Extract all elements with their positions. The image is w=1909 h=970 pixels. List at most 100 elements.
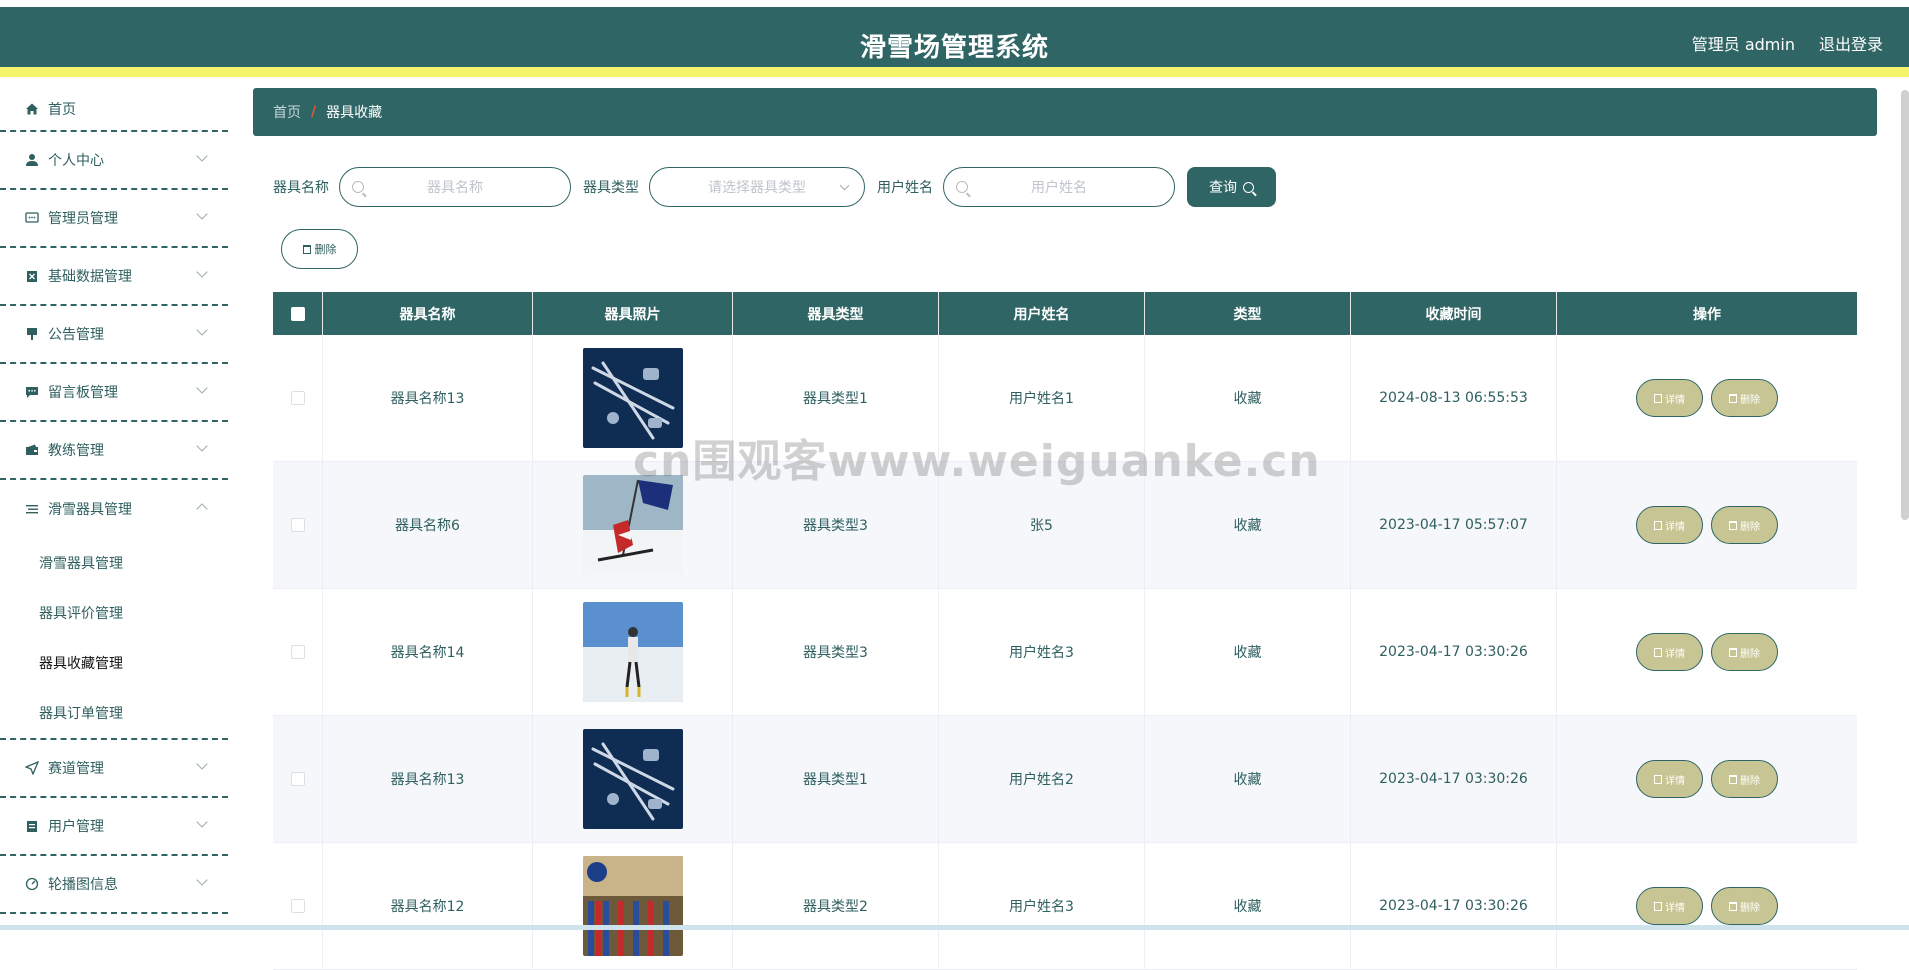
row-select-cell [273, 843, 323, 969]
column-header: 器具名称 [323, 292, 533, 335]
user-name-cell: 用户姓名3 [939, 589, 1145, 715]
delete-button[interactable]: 删除 [1711, 379, 1778, 417]
detail-button[interactable]: 详情 [1636, 379, 1703, 417]
sidebar-item-label: 个人中心 [48, 153, 104, 169]
query-button[interactable]: 查询 [1187, 167, 1276, 207]
admin-user-label[interactable]: 管理员 admin [1692, 31, 1795, 55]
gear-photo-skier-snow[interactable] [582, 602, 683, 702]
sidebar-item-label: 管理员管理 [48, 211, 118, 227]
app-title: 滑雪场管理系统 [859, 33, 1049, 63]
detail-button[interactable]: 详情 [1636, 506, 1703, 544]
delete-button[interactable]: 删除 [1711, 760, 1778, 798]
trash-icon [1729, 901, 1737, 911]
batch-delete-button[interactable]: 删除 [281, 229, 358, 269]
document-icon [1654, 901, 1662, 911]
chevron-down-icon [196, 382, 208, 394]
brush-icon [24, 326, 40, 342]
table-row: 器具名称13 器具类型1 用户姓名2 收藏 2023-04-17 03:30:2… [273, 716, 1857, 843]
user-name-cell: 用户姓名2 [939, 716, 1145, 842]
gear-photo-ski-gear[interactable] [582, 729, 683, 829]
trash-icon [302, 244, 311, 254]
favorite-time-cell: 2023-04-17 03:30:26 [1351, 589, 1557, 715]
user-filter-input[interactable]: 用户姓名 [943, 167, 1175, 207]
kind-cell: 收藏 [1145, 462, 1351, 588]
sidebar-item-coach[interactable]: 教练管理 [0, 422, 228, 480]
sidebar-item-home[interactable]: 首页 [0, 87, 228, 132]
home-icon [24, 101, 40, 117]
gear-name-cell: 器具名称12 [323, 843, 533, 969]
trash-icon [1729, 520, 1737, 530]
sidebar-item-label: 滑雪器具管理 [48, 502, 132, 518]
favorites-table: 器具名称 器具照片 器具类型 用户姓名 类型 收藏时间 操作 器具名称13 器具… [273, 292, 1857, 970]
actions-cell: 详情 删除 [1557, 589, 1857, 715]
detail-button-label: 详情 [1665, 775, 1685, 787]
sidebar-item-profile[interactable]: 个人中心 [0, 132, 228, 190]
sidebar-item-admin[interactable]: 管理员管理 [0, 190, 228, 248]
sidebar-item-carousel[interactable]: 轮播图信息 [0, 856, 228, 914]
clipboard-icon [24, 818, 40, 834]
gear-photo-ski-shop[interactable] [582, 856, 683, 956]
chat-icon [24, 210, 40, 226]
sidebar-item-users[interactable]: 用户管理 [0, 798, 228, 856]
breadcrumb-home[interactable]: 首页 [273, 102, 301, 122]
favorite-time-cell: 2024-08-13 06:55:53 [1351, 335, 1557, 461]
logout-link[interactable]: 退出登录 [1819, 31, 1883, 55]
name-filter-input[interactable]: 器具名称 [339, 167, 571, 207]
gear-type-cell: 器具类型3 [733, 462, 939, 588]
delete-button-label: 删除 [1740, 648, 1760, 660]
gear-type-cell: 器具类型1 [733, 716, 939, 842]
sidebar-item-label: 留言板管理 [48, 385, 118, 401]
detail-button-label: 详情 [1665, 902, 1685, 914]
sidebar: 首页 个人中心 管理员管理 基础数据管理 公告管理 留言板管理 教练管理 滑雪器… [0, 87, 228, 930]
name-filter-placeholder: 器具名称 [427, 180, 483, 196]
list-icon [24, 501, 40, 517]
row-select-cell [273, 589, 323, 715]
navigation-icon [24, 760, 40, 776]
row-checkbox[interactable] [290, 518, 305, 532]
message-icon [24, 384, 40, 400]
type-filter-select[interactable]: 请选择器具类型 [649, 167, 865, 207]
search-form: 器具名称 器具名称 器具类型 请选择器具类型 用户姓名 用户姓名 查询 [273, 167, 1276, 207]
search-icon [352, 181, 364, 193]
table-header: 器具名称 器具照片 器具类型 用户姓名 类型 收藏时间 操作 [273, 292, 1857, 335]
submenu-item-order[interactable]: 器具订单管理 [0, 688, 228, 738]
sidebar-item-notice[interactable]: 公告管理 [0, 306, 228, 364]
submenu-item-review[interactable]: 器具评价管理 [0, 588, 228, 638]
user-name-cell: 用户姓名1 [939, 335, 1145, 461]
delete-button-label: 删除 [1740, 775, 1760, 787]
row-checkbox[interactable] [290, 645, 305, 659]
top-strip [0, 0, 1909, 7]
delete-button-label: 删除 [1740, 902, 1760, 914]
delete-button[interactable]: 删除 [1711, 506, 1778, 544]
sidebar-item-ski-gear[interactable]: 滑雪器具管理 [0, 480, 228, 538]
delete-button[interactable]: 删除 [1711, 887, 1778, 925]
page-scrollbar[interactable] [1901, 90, 1909, 520]
row-select-cell [273, 716, 323, 842]
search-icon [956, 181, 968, 193]
row-checkbox[interactable] [290, 899, 305, 913]
batch-delete-label: 删除 [314, 243, 337, 256]
sidebar-item-guestbook[interactable]: 留言板管理 [0, 364, 228, 422]
gear-name-cell: 器具名称14 [323, 589, 533, 715]
sidebar-item-track[interactable]: 赛道管理 [0, 740, 228, 798]
gear-photo-ski-gear[interactable] [582, 348, 683, 448]
submenu-item-gear[interactable]: 滑雪器具管理 [0, 538, 228, 588]
submenu-item-favorite[interactable]: 器具收藏管理 [0, 638, 228, 688]
delete-button[interactable]: 删除 [1711, 633, 1778, 671]
gear-photo-cell [533, 462, 733, 588]
column-header: 用户姓名 [939, 292, 1145, 335]
kind-cell: 收藏 [1145, 589, 1351, 715]
trash-icon [1729, 647, 1737, 657]
row-checkbox[interactable] [290, 391, 305, 405]
table-row: 器具名称13 器具类型1 用户姓名1 收藏 2024-08-13 06:55:5… [273, 335, 1857, 462]
sidebar-item-base-data[interactable]: 基础数据管理 [0, 248, 228, 306]
select-all-checkbox[interactable] [290, 306, 305, 321]
detail-button[interactable]: 详情 [1636, 887, 1703, 925]
sidebar-item-label: 基础数据管理 [48, 269, 132, 285]
sidebar-item-label: 教练管理 [48, 443, 104, 459]
column-header: 器具照片 [533, 292, 733, 335]
row-checkbox[interactable] [290, 772, 305, 786]
gear-photo-skier-flag[interactable] [582, 475, 683, 575]
detail-button[interactable]: 详情 [1636, 633, 1703, 671]
detail-button[interactable]: 详情 [1636, 760, 1703, 798]
